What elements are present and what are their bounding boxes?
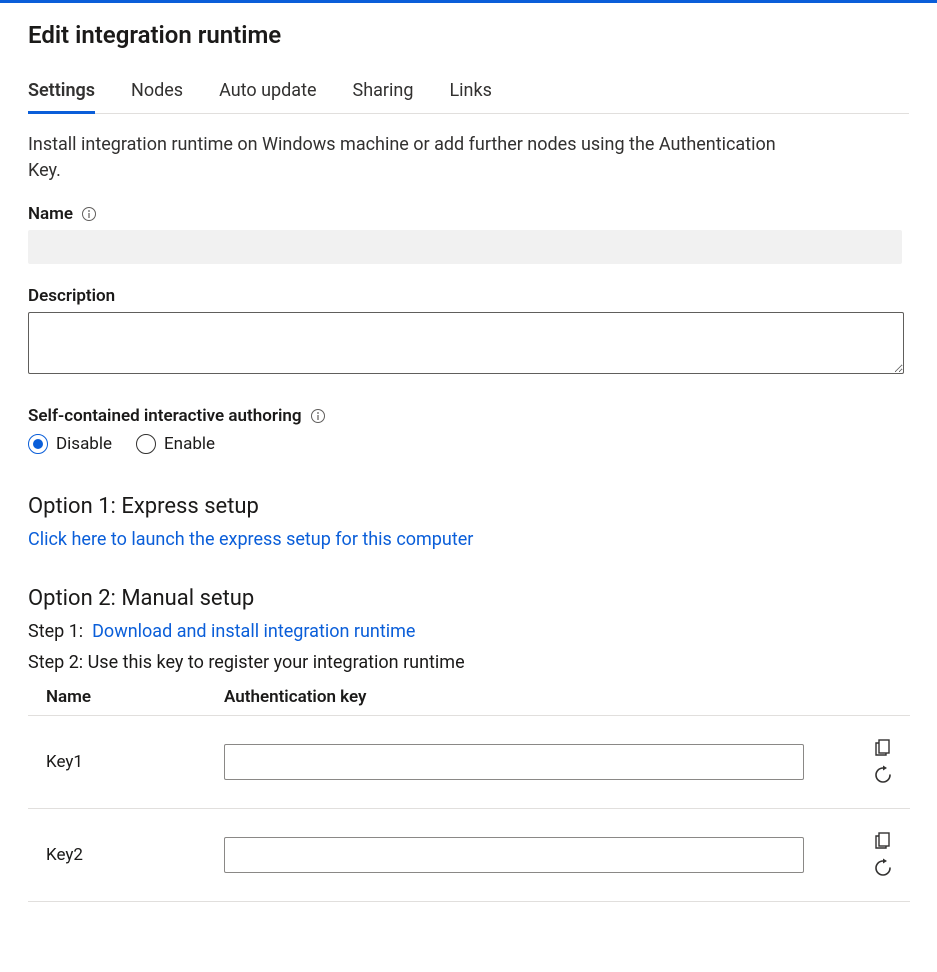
radio-enable-label: Enable <box>164 434 215 454</box>
radio-disable[interactable]: Disable <box>28 434 112 454</box>
col-header-authkey: Authentication key <box>206 683 812 716</box>
tab-sharing[interactable]: Sharing <box>353 74 414 114</box>
description-label: Description <box>28 286 115 306</box>
refresh-icon[interactable] <box>870 762 896 788</box>
step2-text: Step 2: Use this key to register your in… <box>28 652 909 673</box>
key-name: Key1 <box>28 716 206 809</box>
radio-disable-label: Disable <box>56 434 112 454</box>
col-header-name: Name <box>28 683 206 716</box>
table-row: Key2 <box>28 809 910 902</box>
radio-circle-icon <box>28 434 48 454</box>
tabs: Settings Nodes Auto update Sharing Links <box>28 73 909 114</box>
tab-settings[interactable]: Settings <box>28 74 95 114</box>
auth-key-input[interactable] <box>224 837 804 873</box>
tab-links[interactable]: Links <box>449 74 491 114</box>
radio-circle-icon <box>136 434 156 454</box>
name-label: Name <box>28 204 73 224</box>
option1-heading: Option 1: Express setup <box>28 494 909 519</box>
tab-auto-update[interactable]: Auto update <box>219 74 316 114</box>
copy-icon[interactable] <box>870 734 896 760</box>
self-contained-label: Self-contained interactive authoring <box>28 406 302 426</box>
express-setup-link[interactable]: Click here to launch the express setup f… <box>28 529 473 550</box>
info-icon[interactable] <box>310 408 326 424</box>
option2-heading: Option 2: Manual setup <box>28 586 909 611</box>
refresh-icon[interactable] <box>870 855 896 881</box>
page-title: Edit integration runtime <box>28 21 909 49</box>
key-name: Key2 <box>28 809 206 902</box>
name-input[interactable] <box>28 230 902 264</box>
intro-text: Install integration runtime on Windows m… <box>28 132 788 184</box>
auth-key-table: Name Authentication key Key1 <box>28 683 910 902</box>
table-row: Key1 <box>28 716 910 809</box>
info-icon[interactable] <box>81 206 97 222</box>
step1-label: Step 1: <box>28 621 83 642</box>
description-textarea[interactable] <box>28 312 904 374</box>
copy-icon[interactable] <box>870 827 896 853</box>
tab-nodes[interactable]: Nodes <box>131 74 183 114</box>
auth-key-input[interactable] <box>224 744 804 780</box>
download-ir-link[interactable]: Download and install integration runtime <box>92 621 415 642</box>
radio-enable[interactable]: Enable <box>136 434 215 454</box>
